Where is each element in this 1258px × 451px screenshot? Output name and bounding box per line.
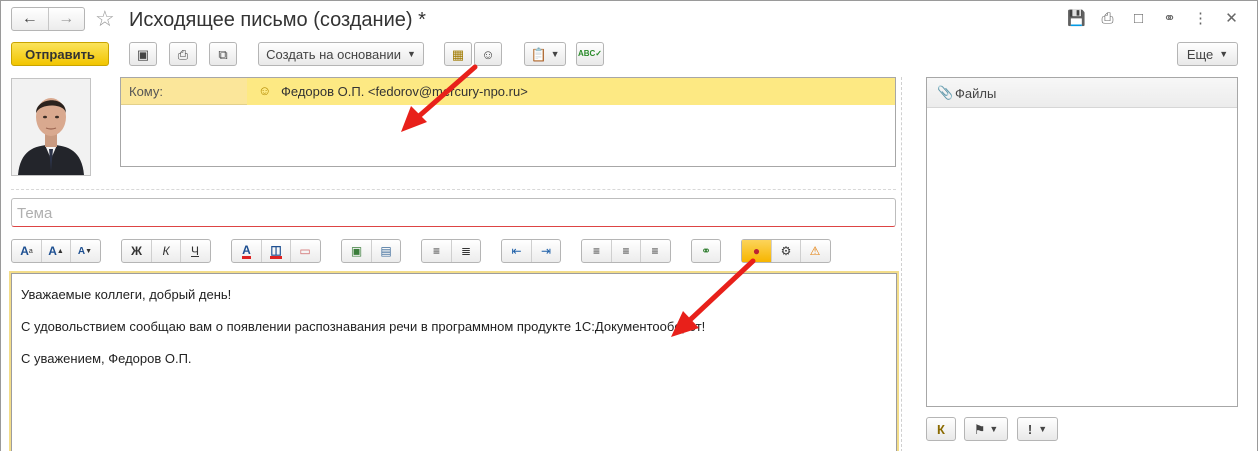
- bold-button[interactable]: Ж: [122, 240, 151, 262]
- copy-button[interactable]: ⧉: [209, 42, 237, 66]
- spellcheck-button[interactable]: ABC✓: [576, 42, 604, 66]
- microphone-icon[interactable]: ●: [742, 240, 771, 262]
- subject-placeholder: Тема: [17, 205, 53, 222]
- text-style-group: Ж К Ч: [121, 239, 211, 263]
- chevron-down-icon: ▼: [1038, 424, 1048, 434]
- avatar: [11, 78, 91, 176]
- files-panel: 📎 Файлы: [926, 77, 1238, 407]
- recipients-table: Кому: ☺ Федоров О.П. <fedorov@mercury-np…: [120, 77, 896, 167]
- font-size-group: Aa A ▲ A ▼: [11, 239, 101, 263]
- forward-arrow-icon[interactable]: →: [47, 8, 85, 30]
- font-settings-icon[interactable]: Aa: [12, 240, 41, 262]
- panel-divider[interactable]: [901, 77, 902, 451]
- copy-icon: ⧉: [218, 46, 228, 62]
- list-group: ≡ ≣: [421, 239, 481, 263]
- more-dropdown[interactable]: Еще ▼: [1177, 42, 1238, 66]
- align-left-icon[interactable]: ≡: [582, 240, 611, 262]
- header-divider: [11, 189, 896, 190]
- user-icon: ☺: [481, 46, 495, 62]
- address-book-icon: ▦: [451, 46, 465, 62]
- save-button[interactable]: ▣: [129, 42, 157, 66]
- importance-icon: !: [1027, 421, 1033, 437]
- align-right-icon[interactable]: ≡: [640, 240, 669, 262]
- print-icon[interactable]: ⎙: [1092, 9, 1123, 29]
- window-title: Исходящее письмо (создание) *: [129, 9, 426, 31]
- font-increase-icon[interactable]: A ▲: [41, 240, 70, 262]
- k-label: К: [937, 421, 945, 437]
- message-editor-frame: Уважаемые коллеги, добрый день! С удовол…: [9, 271, 899, 451]
- to-label: Кому:: [129, 84, 163, 99]
- settings-gear-icon[interactable]: ⚙: [771, 240, 800, 262]
- font-decrease-icon[interactable]: A ▼: [70, 240, 99, 262]
- body-line-2: С удовольствием сообщаю вам о появлении …: [21, 319, 706, 334]
- contact-icon: ☺: [258, 83, 272, 98]
- color-group: A ◫ ▭: [231, 239, 321, 263]
- send-button[interactable]: Отправить: [11, 42, 109, 66]
- numbered-list-icon[interactable]: ≣: [451, 240, 480, 262]
- importance-dropdown[interactable]: ! ▼: [1017, 417, 1058, 441]
- flag-dropdown[interactable]: ⚑ ▼: [964, 417, 1008, 441]
- chevron-down-icon: ▼: [550, 49, 560, 59]
- insert-file-icon[interactable]: ▤: [371, 240, 400, 262]
- indent-group: ⇤ ⇥: [501, 239, 561, 263]
- window-actions: 💾 ⎙ □ ⚭ ⋮ ✕: [1061, 9, 1247, 29]
- to-value: Федоров О.П. <fedorov@mercury-npo.ru>: [281, 84, 528, 99]
- warning-icon[interactable]: ⚠: [800, 240, 829, 262]
- print-button[interactable]: ⎙: [169, 42, 197, 66]
- favorite-star-icon[interactable]: ☆: [95, 7, 115, 31]
- chevron-down-icon: ▼: [989, 424, 999, 434]
- link-icon[interactable]: ⚭: [1154, 9, 1185, 29]
- outdent-icon[interactable]: ⇤: [502, 240, 531, 262]
- contact-button[interactable]: ☺: [474, 42, 502, 66]
- body-line-3: С уважением, Федоров О.П.: [21, 351, 192, 366]
- insert-image-icon[interactable]: ▣: [342, 240, 371, 262]
- chevron-down-icon: ▼: [1219, 49, 1229, 59]
- more-label: Еще: [1186, 46, 1214, 62]
- recipient-row[interactable]: Кому: ☺ Федоров О.П. <fedorov@mercury-np…: [121, 78, 895, 105]
- address-book-button[interactable]: ▦: [444, 42, 472, 66]
- body-line-1: Уважаемые коллеги, добрый день!: [21, 287, 232, 302]
- hyperlink-icon[interactable]: ⚭: [692, 240, 720, 262]
- files-title: Файлы: [955, 86, 997, 101]
- eraser-icon[interactable]: ▭: [290, 240, 319, 262]
- back-arrow-icon[interactable]: ←: [12, 8, 48, 30]
- bullet-list-icon[interactable]: ≡: [422, 240, 451, 262]
- fill-color-icon[interactable]: ◫: [261, 240, 290, 262]
- printer-icon: ⎙: [177, 46, 189, 62]
- text-color-icon[interactable]: A: [232, 240, 261, 262]
- window: ← → ☆ Исходящее письмо (создание) * 💾 ⎙ …: [0, 0, 1258, 451]
- files-header: 📎 Файлы: [927, 78, 1237, 108]
- close-icon[interactable]: ✕: [1216, 9, 1247, 29]
- align-center-icon[interactable]: ≡: [611, 240, 640, 262]
- align-group: ≡ ≡ ≡: [581, 239, 671, 263]
- link-group: ⚭: [691, 239, 721, 263]
- message-editor[interactable]: Уважаемые коллеги, добрый день! С удовол…: [11, 273, 897, 451]
- k-button[interactable]: К: [926, 417, 956, 441]
- floppy-icon: ▣: [136, 46, 150, 62]
- indent-icon[interactable]: ⇥: [531, 240, 560, 262]
- chevron-down-icon: ▼: [406, 49, 416, 59]
- person-photo: [12, 79, 90, 175]
- nav-buttons: ← →: [11, 7, 85, 31]
- italic-button[interactable]: К: [151, 240, 180, 262]
- underline-button[interactable]: Ч: [180, 240, 209, 262]
- save-icon[interactable]: 💾: [1061, 9, 1092, 29]
- subject-input[interactable]: Тема: [11, 198, 896, 227]
- create-based-dropdown[interactable]: Создать на основании ▼: [258, 42, 424, 66]
- create-based-label: Создать на основании: [266, 46, 401, 62]
- clipboard-icon: 📋: [530, 46, 547, 62]
- paperclip-icon: 📎: [937, 85, 954, 100]
- flag-icon: ⚑: [973, 421, 986, 437]
- speech-group: ● ⚙ ⚠: [741, 239, 831, 263]
- more-vert-icon[interactable]: ⋮: [1185, 9, 1216, 29]
- preview-icon[interactable]: □: [1123, 9, 1154, 29]
- spellcheck-icon: ABC✓: [577, 49, 603, 58]
- insert-group: ▣ ▤: [341, 239, 401, 263]
- clipboard-dropdown[interactable]: 📋 ▼: [524, 42, 566, 66]
